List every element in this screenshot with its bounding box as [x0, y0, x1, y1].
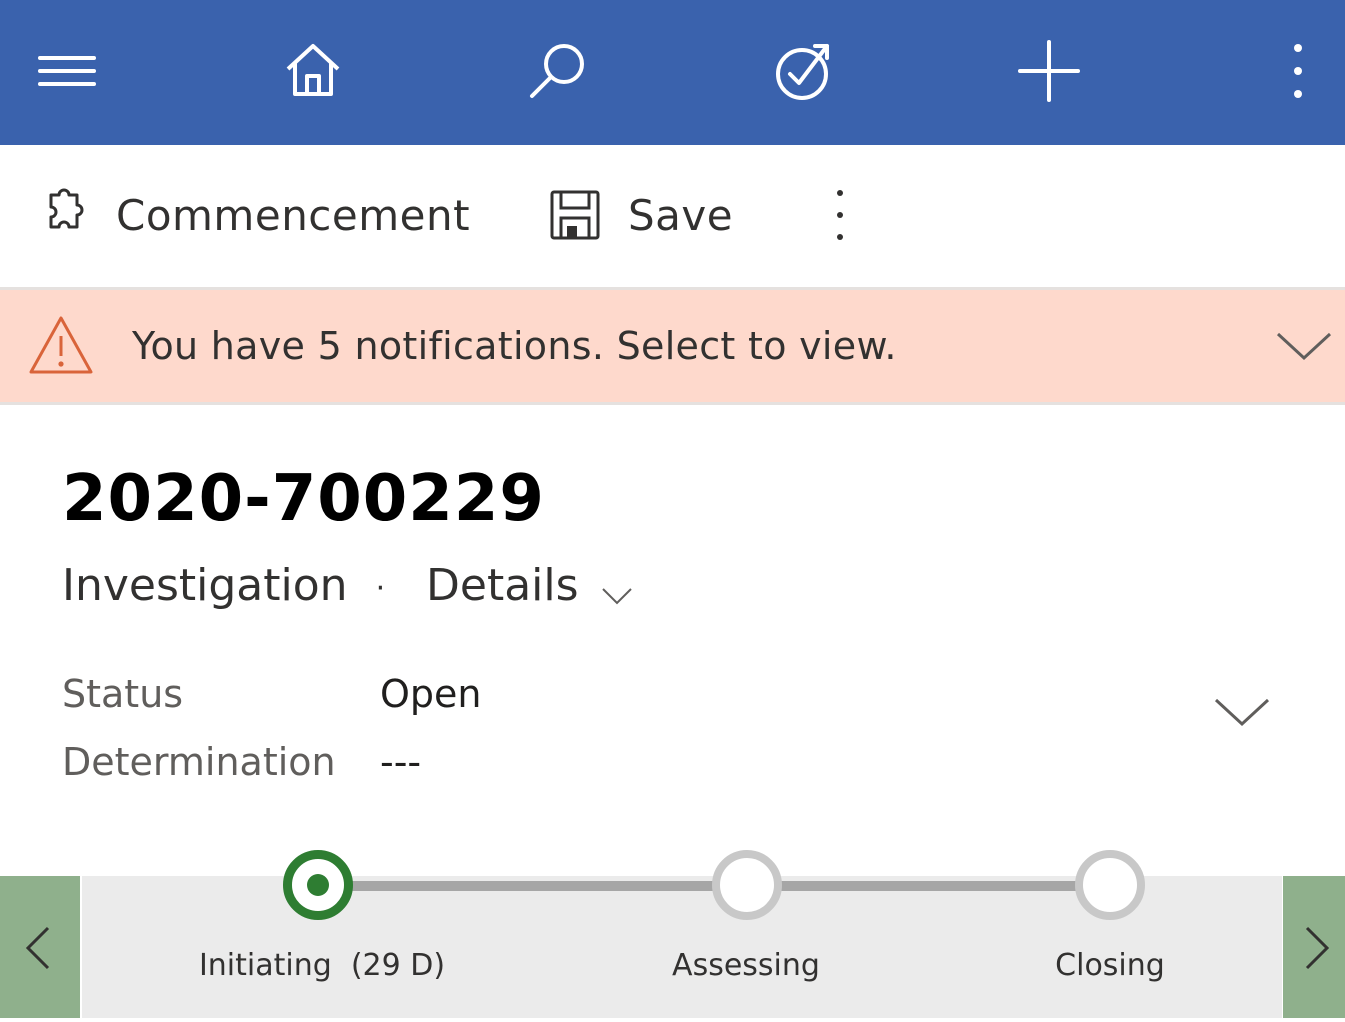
- entity-name: Investigation: [62, 560, 348, 611]
- business-process-flow: Initiating (29 D) Assessing Closing: [0, 848, 1345, 1018]
- next-stage-button[interactable]: [1283, 876, 1345, 1018]
- home-icon[interactable]: [278, 36, 348, 106]
- stage-assessing-marker[interactable]: [712, 850, 782, 920]
- form-selector[interactable]: Details: [426, 560, 635, 611]
- form-name: Details: [426, 560, 579, 611]
- chevron-right-icon: [1305, 926, 1330, 970]
- command-bar: Commencement Save: [0, 145, 1345, 287]
- stage-connector: [770, 881, 1090, 891]
- chevron-left-icon: [25, 926, 50, 970]
- process-icon: [38, 187, 90, 243]
- save-label: Save: [628, 190, 734, 240]
- stage-assessing-label[interactable]: Assessing: [672, 948, 820, 983]
- stage-initiating-marker[interactable]: [283, 850, 353, 920]
- status-label: Status: [62, 672, 184, 716]
- commencement-label: Commencement: [116, 190, 471, 240]
- more-vertical-icon: [833, 187, 847, 243]
- stage-closing-marker[interactable]: [1075, 850, 1145, 920]
- more-icon[interactable]: [1263, 36, 1333, 106]
- record-subtitle: Investigation ·: [62, 560, 385, 611]
- separator: ·: [375, 570, 386, 606]
- active-stage-dot: [307, 874, 329, 896]
- determination-value: ---: [380, 740, 422, 784]
- warning-icon: [28, 314, 94, 376]
- search-icon[interactable]: [524, 36, 594, 106]
- stage-initiating-label[interactable]: Initiating (29 D): [199, 948, 445, 983]
- stage-connector: [340, 881, 720, 891]
- more-commands-button[interactable]: [820, 185, 860, 245]
- task-icon[interactable]: [769, 36, 839, 106]
- commencement-button[interactable]: Commencement: [38, 185, 470, 245]
- status-value: Open: [380, 672, 482, 716]
- notification-bar[interactable]: You have 5 notifications. Select to view…: [0, 287, 1345, 405]
- save-icon: [548, 188, 602, 242]
- top-nav-bar: [0, 0, 1345, 145]
- plus-icon[interactable]: [1014, 36, 1084, 106]
- previous-stage-button[interactable]: [0, 876, 80, 1018]
- expand-header-icon[interactable]: [1210, 688, 1274, 734]
- determination-label: Determination: [62, 740, 336, 784]
- stage-closing-label[interactable]: Closing: [1055, 948, 1165, 983]
- save-button[interactable]: Save: [548, 185, 733, 245]
- chevron-down-icon: [599, 571, 635, 604]
- notification-message: You have 5 notifications. Select to view…: [132, 324, 897, 368]
- record-title: 2020-700229: [62, 462, 545, 536]
- menu-icon[interactable]: [32, 36, 102, 106]
- expand-notifications-icon[interactable]: [1272, 320, 1336, 370]
